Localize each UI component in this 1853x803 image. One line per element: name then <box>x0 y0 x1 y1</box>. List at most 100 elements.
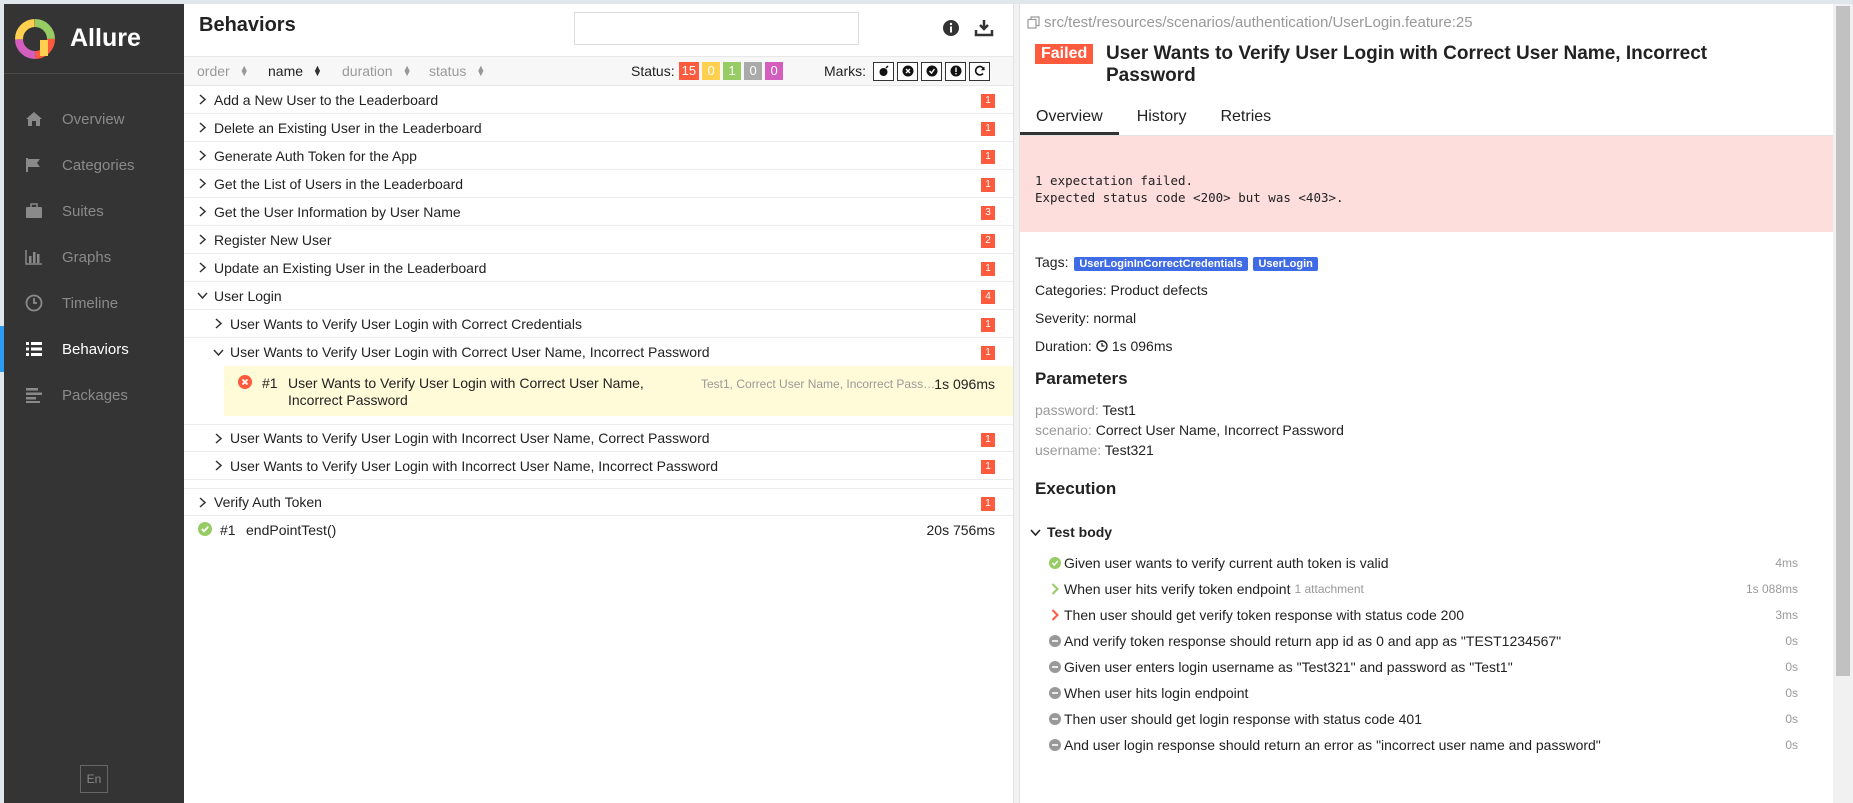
failed-count-badge: 1 <box>981 150 995 164</box>
tree-group-list-users[interactable]: Get the List of Users in the Leaderboard… <box>184 170 1013 198</box>
chevron-right-icon <box>196 94 208 105</box>
failed-count-badge: 1 <box>981 122 995 136</box>
test-step[interactable]: Then user should get login response with… <box>1048 706 1798 732</box>
tree-group-label: User Login <box>214 287 282 304</box>
step-text: Given user wants to verify current auth … <box>1064 555 1389 571</box>
detail-scrollbar[interactable] <box>1833 4 1853 803</box>
test-body-toggle[interactable]: Test body <box>1030 524 1112 540</box>
chevron-right-icon <box>1048 583 1062 595</box>
test-step[interactable]: Given user wants to verify current auth … <box>1048 550 1798 576</box>
retries-icon[interactable] <box>969 61 990 81</box>
tree-group-register-user[interactable]: Register New User 2 <box>184 226 1013 254</box>
test-step[interactable]: Given user enters login username as "Tes… <box>1048 654 1798 680</box>
tree-story-incorrect-username[interactable]: User Wants to Verify User Login with Inc… <box>184 424 1013 452</box>
tab-overview[interactable]: Overview <box>1020 102 1119 135</box>
test-step[interactable]: And user login response should return an… <box>1048 732 1798 758</box>
scrollbar-thumb[interactable] <box>1836 6 1850 676</box>
path-text: src/test/resources/scenarios/authenticat… <box>1044 14 1473 31</box>
tag-badge[interactable]: UserLoginInCorrectCredentials <box>1074 257 1248 271</box>
skipped-status-icon <box>1048 661 1062 673</box>
bar-chart-icon <box>22 247 46 267</box>
chevron-right-icon <box>212 460 224 471</box>
test-step[interactable]: And verify token response should return … <box>1048 628 1798 654</box>
step-text: And user login response should return an… <box>1064 737 1601 753</box>
sidebar-nav: Overview Categories Suites Graphs Timeli… <box>0 96 184 418</box>
sort-by-status[interactable]: status ▲ ▼ <box>429 63 485 79</box>
sidebar-item-packages[interactable]: Packages <box>4 372 184 418</box>
execution-heading: Execution <box>1035 479 1117 498</box>
parameter-name: scenario: <box>1035 422 1092 438</box>
tree-group-generate-token[interactable]: Generate Auth Token for the App 1 <box>184 142 1013 170</box>
failed-count-badge: 1 <box>981 178 995 192</box>
tree-story-correct-credentials[interactable]: User Wants to Verify User Login with Cor… <box>184 310 1013 338</box>
test-detail-pane: src/test/resources/scenarios/authenticat… <box>1020 4 1833 803</box>
tree-group-update-user[interactable]: Update an Existing User in the Leaderboa… <box>184 254 1013 282</box>
test-case-row-selected[interactable]: #1 User Wants to Verify User Login with … <box>224 366 1013 416</box>
pane-splitter[interactable] <box>1013 4 1028 803</box>
step-duration: 1s 088ms <box>1745 582 1798 596</box>
parameter-value: Correct User Name, Incorrect Password <box>1095 422 1344 438</box>
sidebar-item-behaviors[interactable]: Behaviors <box>0 326 184 372</box>
info-icon[interactable] <box>939 16 963 40</box>
step-text: Then user should get login response with… <box>1064 711 1423 727</box>
tree-group-user-login[interactable]: User Login 4 <box>184 282 1013 310</box>
failed-count-badge: 3 <box>981 206 995 220</box>
failed-count-badge: 1 <box>981 433 995 447</box>
test-step[interactable]: When user hits login endpoint 0s <box>1048 680 1798 706</box>
skipped-count-toggle[interactable]: 0 <box>744 62 763 80</box>
test-case-number: #1 <box>262 375 278 391</box>
tree-group-user-info[interactable]: Get the User Information by User Name 3 <box>184 198 1013 226</box>
sort-arrows-icon: ▲ ▼ <box>313 63 322 78</box>
sort-by-duration[interactable]: duration ▲ ▼ <box>342 63 412 79</box>
step-attachment-count[interactable]: 1 attachment <box>1294 582 1363 596</box>
parameters-heading: Parameters <box>1035 369 1128 388</box>
sort-by-order[interactable]: order ▲ ▼ <box>197 63 249 79</box>
tree-story-label: User Wants to Verify User Login with Cor… <box>230 344 710 360</box>
sidebar-item-categories[interactable]: Categories <box>4 142 184 188</box>
broken-count-toggle[interactable]: 0 <box>702 62 721 80</box>
tree-group-verify-token[interactable]: Verify Auth Token 1 <box>184 488 1013 516</box>
download-icon[interactable] <box>972 16 996 40</box>
flaky-icon[interactable] <box>873 61 894 81</box>
tab-history[interactable]: History <box>1121 102 1203 135</box>
test-step[interactable]: When user hits verify token endpoint 1 a… <box>1048 576 1798 602</box>
unknown-count-toggle[interactable]: 0 <box>765 62 784 80</box>
sort-label: order <box>197 63 230 79</box>
tags-row: Tags: UserLoginInCorrectCredentials User… <box>1035 254 1318 271</box>
sidebar-item-label: Categories <box>62 156 135 174</box>
test-case-title: endPointTest() <box>246 522 337 538</box>
test-source-path[interactable]: src/test/resources/scenarios/authenticat… <box>1027 14 1473 31</box>
language-button[interactable]: En <box>80 765 108 793</box>
test-step[interactable]: Then user should get verify token respon… <box>1048 602 1798 628</box>
sort-arrows-icon: ▲ ▼ <box>402 63 412 78</box>
clock-icon <box>1096 340 1108 352</box>
brand[interactable]: Allure <box>4 4 184 74</box>
sidebar-item-timeline[interactable]: Timeline <box>4 280 184 326</box>
tree-group-label: Register New User <box>214 231 332 248</box>
sidebar-item-suites[interactable]: Suites <box>4 188 184 234</box>
failed-count-toggle[interactable]: 15 <box>678 62 700 80</box>
tree-group-delete-user[interactable]: Delete an Existing User in the Leaderboa… <box>184 114 1013 142</box>
sidebar-item-overview[interactable]: Overview <box>4 96 184 142</box>
tab-retries[interactable]: Retries <box>1204 102 1287 135</box>
passed-count-toggle[interactable]: 1 <box>723 62 742 80</box>
step-text: Given user enters login username as "Tes… <box>1064 659 1513 675</box>
step-duration: 3ms <box>1775 608 1798 622</box>
new-passed-icon[interactable] <box>921 61 942 81</box>
tree-group-label: Delete an Existing User in the Leaderboa… <box>214 119 482 136</box>
parameter-row: password: Test1 <box>1035 402 1136 418</box>
tree-story-incorrect-password[interactable]: User Wants to Verify User Login with Cor… <box>184 338 1013 366</box>
new-broken-icon[interactable] <box>945 61 966 81</box>
test-case-row[interactable]: #1 endPointTest() 20s 756ms <box>184 516 1013 544</box>
new-failed-icon[interactable] <box>897 61 918 81</box>
error-message: 1 expectation failed. Expected status co… <box>1020 136 1833 232</box>
sidebar-item-label: Behaviors <box>62 340 129 358</box>
tree-group-add-user[interactable]: Add a New User to the Leaderboard 1 <box>184 86 1013 114</box>
sidebar-item-graphs[interactable]: Graphs <box>4 234 184 280</box>
test-case-duration: 20s 756ms <box>926 522 995 538</box>
tag-badge[interactable]: UserLogin <box>1253 257 1318 271</box>
search-input[interactable] <box>574 12 859 45</box>
sort-by-name[interactable]: name ▲ ▼ <box>268 63 322 79</box>
step-duration: 0s <box>1785 686 1798 700</box>
tree-story-incorrect-both[interactable]: User Wants to Verify User Login with Inc… <box>184 452 1013 480</box>
